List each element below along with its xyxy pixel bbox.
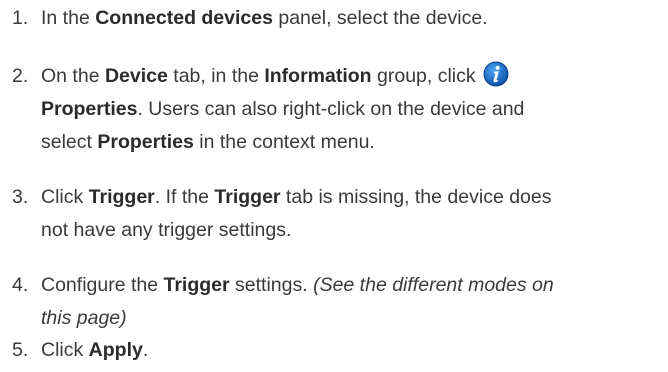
step-number: 5. (12, 339, 29, 361)
step-text: In the Connected devices panel, select t… (41, 7, 488, 29)
step-number: 3. (12, 186, 29, 208)
properties-label: Properties (97, 131, 194, 153)
trigger-label: Trigger (88, 186, 155, 208)
device-tab-label: Device (104, 65, 168, 87)
step-number: 2. (12, 65, 29, 87)
apply-label: Apply (88, 339, 143, 361)
step-number: 4. (12, 274, 29, 296)
step-text: Click Apply. (41, 339, 149, 361)
trigger-tab-label: Trigger (214, 186, 281, 208)
information-group-label: Information (264, 65, 372, 87)
connected-devices-label: Connected devices (95, 7, 273, 29)
modes-note: (See the different modes on (313, 274, 554, 296)
step-text: Click Trigger. If the Trigger tab is mis… (41, 186, 552, 241)
modes-note: this page) (41, 307, 127, 329)
properties-label: Properties (41, 98, 138, 120)
step-number: 1. (12, 7, 29, 29)
step-text: On the Device tab, in the Information gr… (41, 60, 666, 159)
trigger-settings-label: Trigger (163, 274, 230, 296)
step-text: Configure the Trigger settings. (See the… (41, 274, 554, 329)
info-icon (483, 61, 509, 87)
